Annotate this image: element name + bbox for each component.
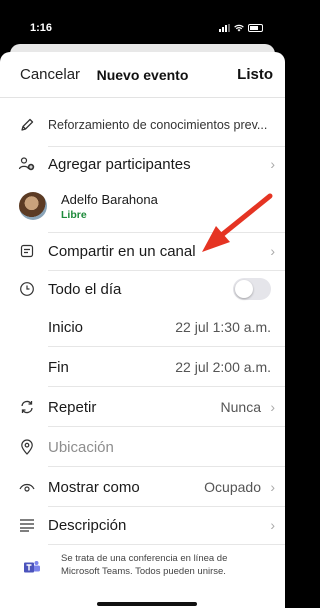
clock-icon: [18, 280, 36, 298]
chevron-right-icon: ›: [270, 156, 275, 172]
start-row[interactable]: Inicio 22 jul 1:30 a.m.: [0, 310, 285, 344]
all-day-toggle[interactable]: [233, 278, 271, 300]
eye-icon: [18, 478, 36, 496]
chevron-right-icon: ›: [270, 479, 275, 495]
wifi-icon: [234, 24, 244, 32]
location-placeholder: Ubicación: [48, 438, 114, 456]
all-day-label: Todo el día: [48, 280, 122, 298]
start-label: Inicio: [48, 318, 84, 336]
status-time: 1:16: [30, 22, 53, 34]
end-row[interactable]: Fin 22 jul 2:00 a.m.: [0, 350, 285, 384]
divider: [48, 506, 285, 507]
new-event-sheet: Cancelar Nuevo evento Listo Reforzamient…: [0, 52, 285, 608]
teams-meeting-note: Se trata de una conferencia en línea de …: [61, 553, 228, 577]
end-value: 22 jul 2:00 a.m.: [175, 359, 271, 375]
home-indicator: [97, 602, 197, 606]
pencil-icon: [18, 116, 36, 134]
repeat-row[interactable]: Repetir Nunca ›: [0, 390, 285, 424]
divider: [48, 386, 285, 387]
divider: [48, 346, 285, 347]
event-title-text: Reforzamiento de conocimientos prev...: [48, 118, 268, 132]
chevron-right-icon: ›: [270, 399, 275, 415]
divider: [48, 146, 285, 147]
divider: [48, 270, 285, 271]
signal-icon: [219, 24, 230, 32]
add-participants-label: Agregar participantes: [48, 155, 191, 173]
repeat-label: Repetir: [48, 398, 97, 416]
status-icons: [219, 24, 263, 32]
divider: [48, 544, 285, 545]
channel-icon: [18, 242, 36, 260]
end-label: Fin: [48, 358, 69, 376]
divider: [48, 426, 285, 427]
avatar: [19, 192, 47, 220]
repeat-value: Nunca: [220, 399, 261, 415]
location-field[interactable]: Ubicación: [0, 430, 285, 464]
share-channel-label: Compartir en un canal: [48, 242, 196, 260]
arrow-annotation-icon: [202, 193, 273, 252]
add-people-icon: [18, 155, 36, 173]
text-lines-icon: [18, 516, 36, 534]
show-as-value: Ocupado: [204, 479, 261, 495]
status-bar: 1:16: [0, 0, 285, 44]
divider: [48, 466, 285, 467]
show-as-label: Mostrar como: [48, 478, 140, 496]
all-day-row: Todo el día: [0, 272, 285, 306]
start-value: 22 jul 1:30 a.m.: [175, 319, 271, 335]
add-participants-row[interactable]: Agregar participantes ›: [0, 148, 285, 180]
participant-status: Libre: [61, 209, 87, 221]
battery-icon: [248, 24, 263, 32]
location-pin-icon: [18, 438, 36, 456]
nav-bar: Cancelar Nuevo evento Listo: [0, 52, 285, 98]
chevron-right-icon: ›: [270, 517, 275, 533]
description-label: Descripción: [48, 516, 127, 534]
teams-icon: [24, 561, 40, 573]
description-row[interactable]: Descripción ›: [0, 508, 285, 542]
done-button[interactable]: Listo: [237, 66, 273, 83]
event-title-field[interactable]: Reforzamiento de conocimientos prev...: [0, 108, 285, 142]
show-as-row[interactable]: Mostrar como Ocupado ›: [0, 470, 285, 504]
participant-name: Adelfo Barahona: [61, 192, 158, 207]
repeat-icon: [18, 398, 36, 416]
